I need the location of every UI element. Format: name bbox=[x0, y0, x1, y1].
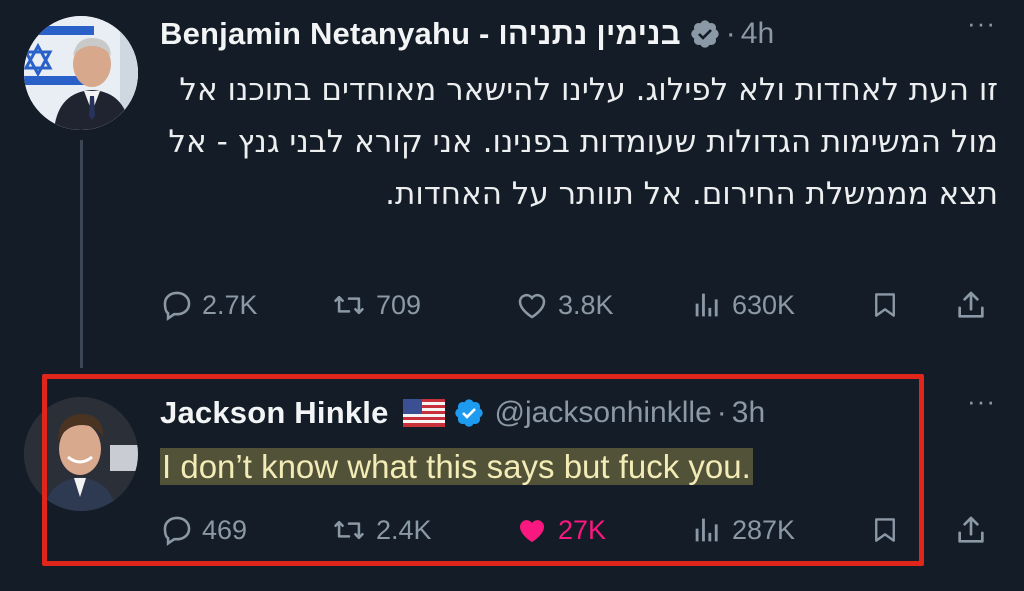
author-display-name[interactable]: Benjamin Netanyahu - בנימין נתניהו bbox=[160, 16, 681, 52]
avatar[interactable] bbox=[24, 16, 138, 130]
us-flag-icon bbox=[402, 399, 445, 427]
tweet-netanyahu[interactable]: Benjamin Netanyahu - בנימין נתניהו · 4h … bbox=[0, 0, 1024, 370]
share-icon bbox=[958, 516, 984, 543]
tweet-timestamp[interactable]: 3h bbox=[732, 396, 765, 430]
author-handle[interactable]: @jacksonhinklle bbox=[495, 396, 712, 430]
timeline: Benjamin Netanyahu - בנימין נתניהו · 4h … bbox=[0, 0, 1024, 591]
thread-connector bbox=[80, 140, 83, 368]
repost-button[interactable]: 709 bbox=[330, 288, 514, 322]
verified-badge-icon bbox=[691, 20, 719, 48]
bookmark-button[interactable] bbox=[870, 513, 954, 547]
share-button[interactable] bbox=[954, 513, 988, 547]
repost-icon bbox=[334, 520, 364, 540]
bookmark-icon bbox=[875, 293, 895, 317]
tweet-text: זו העת לאחדות ולא לפילוג. עלינו להישאר מ… bbox=[168, 72, 998, 212]
tweet-actions: 2.7K 709 3.8K 630K bbox=[160, 283, 1000, 327]
highlighted-text: I don’t know what this says but fuck you… bbox=[160, 448, 753, 485]
views-icon bbox=[695, 518, 718, 542]
like-button[interactable]: 27K bbox=[514, 513, 690, 547]
more-options-icon[interactable]: ··· bbox=[967, 10, 996, 36]
tweet-text: I don’t know what this says but fuck you… bbox=[160, 442, 998, 492]
more-options-icon[interactable]: ··· bbox=[967, 388, 996, 414]
tweet-actions: 469 2.4K 27K 287K bbox=[160, 508, 1000, 552]
reply-button[interactable]: 469 bbox=[160, 513, 330, 547]
separator-dot: · bbox=[716, 396, 727, 429]
views-icon bbox=[695, 293, 718, 317]
like-button[interactable]: 3.8K bbox=[514, 288, 690, 322]
separator-dot: · bbox=[725, 17, 736, 50]
repost-count: 709 bbox=[376, 289, 422, 320]
repost-button[interactable]: 2.4K bbox=[330, 513, 514, 547]
views-count: 287K bbox=[732, 514, 796, 545]
avatar-image bbox=[24, 397, 138, 511]
heart-icon bbox=[518, 293, 546, 319]
like-count: 3.8K bbox=[558, 289, 614, 320]
share-icon bbox=[958, 291, 984, 318]
bookmark-button[interactable] bbox=[870, 288, 954, 322]
avatar-image bbox=[24, 16, 138, 130]
tweet-header: Jackson Hinkle @jacksonhinklle · 3h bbox=[160, 391, 1004, 435]
repost-count: 2.4K bbox=[376, 514, 432, 545]
heart-filled-icon bbox=[519, 520, 545, 543]
verified-badge-icon bbox=[454, 399, 483, 427]
reply-icon bbox=[163, 291, 191, 321]
reply-icon bbox=[163, 516, 191, 546]
views-button[interactable]: 287K bbox=[690, 513, 870, 547]
tweet-hinkle[interactable]: Jackson Hinkle @jacksonhinklle · 3h ··· … bbox=[0, 376, 1024, 566]
like-count: 27K bbox=[558, 514, 607, 545]
views-button[interactable]: 630K bbox=[690, 288, 870, 322]
tweet-header: Benjamin Netanyahu - בנימין נתניהו · 4h bbox=[160, 12, 1004, 56]
avatar[interactable] bbox=[24, 397, 138, 511]
share-button[interactable] bbox=[954, 288, 988, 322]
bookmark-icon bbox=[875, 518, 895, 542]
reply-count: 469 bbox=[202, 514, 248, 545]
repost-icon bbox=[334, 295, 364, 315]
reply-count: 2.7K bbox=[202, 289, 258, 320]
views-count: 630K bbox=[732, 289, 796, 320]
tweet-timestamp[interactable]: 4h bbox=[741, 17, 774, 51]
author-display-name[interactable]: Jackson Hinkle bbox=[160, 395, 389, 431]
reply-button[interactable]: 2.7K bbox=[160, 288, 330, 322]
